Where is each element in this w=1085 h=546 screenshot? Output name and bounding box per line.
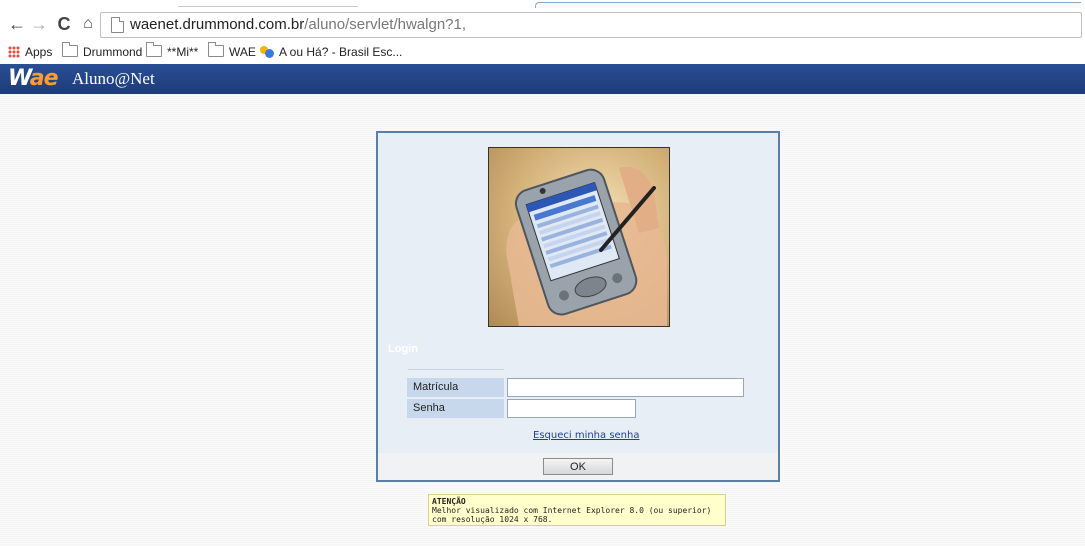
home-icon[interactable]: ⌂	[77, 13, 99, 35]
page-icon	[111, 17, 124, 33]
notice-title: ATENÇÃO	[432, 497, 466, 506]
url-host: waenet.drummond.com.br	[130, 16, 305, 33]
back-arrow-icon[interactable]: ←	[6, 13, 28, 35]
forward-arrow-icon[interactable]: →	[28, 13, 50, 35]
reload-icon[interactable]: C	[53, 13, 75, 35]
browser-toolbar: ← → C ⌂ waenet.drummond.com.br/aluno/ser…	[0, 8, 1085, 40]
address-bar[interactable]: waenet.drummond.com.br/aluno/servlet/hwa…	[100, 12, 1082, 38]
site-favicon	[260, 46, 274, 58]
bookmark-apps[interactable]: Apps	[8, 43, 52, 61]
tab-strip	[0, 0, 1085, 9]
senha-input[interactable]	[507, 399, 636, 418]
bookmarks-bar: Apps Drummond **Mi** WAE A ou Há? - Bras…	[0, 40, 1085, 65]
folder-icon	[62, 42, 78, 57]
bookmark-label: A ou Há? - Brasil Esc...	[279, 45, 403, 59]
app-title: Aluno@Net	[72, 69, 155, 88]
logo-w: W	[8, 66, 31, 91]
bookmark-brasil-escola[interactable]: A ou Há? - Brasil Esc...	[260, 43, 402, 61]
url-text: waenet.drummond.com.br/aluno/servlet/hwa…	[130, 15, 466, 34]
login-legend: Login	[388, 343, 418, 355]
pda-photo	[488, 147, 670, 327]
ok-button[interactable]: OK	[543, 458, 613, 475]
folder-icon	[146, 42, 162, 57]
bookmark-label: **Mi**	[167, 45, 199, 59]
bookmark-label: Drummond	[83, 45, 143, 59]
button-bar: OK	[378, 453, 778, 480]
login-panel: Login Matrícula Senha Esqueci minha senh…	[376, 131, 780, 482]
pda-illustration	[506, 166, 667, 326]
bookmark-label: Apps	[25, 45, 53, 59]
bookmark-wae[interactable]: WAE	[208, 42, 256, 61]
logo-ae: ae	[29, 66, 59, 91]
wae-logo: Wae	[8, 66, 59, 91]
matricula-label: Matrícula	[407, 378, 504, 397]
notice-text: Melhor visualizado com Internet Explorer…	[432, 506, 712, 524]
matricula-row: Matrícula	[407, 378, 777, 397]
inactive-tab[interactable]	[178, 0, 358, 7]
browser-notice: ATENÇÃO Melhor visualizado com Internet …	[428, 494, 726, 526]
app-header: Wae Aluno@Net	[0, 64, 1085, 94]
senha-label: Senha	[407, 399, 504, 418]
legend-divider	[408, 369, 504, 370]
bookmark-mi[interactable]: **Mi**	[146, 42, 199, 61]
bookmark-label: WAE	[229, 45, 256, 59]
bookmark-drummond[interactable]: Drummond	[62, 42, 143, 61]
url-path: /aluno/servlet/hwalgn?1,	[304, 16, 467, 33]
apps-grid-icon	[8, 46, 20, 58]
folder-icon	[208, 42, 224, 57]
matricula-input[interactable]	[507, 378, 744, 397]
forgot-password-link[interactable]: Esqueci minha senha	[533, 430, 640, 441]
senha-row: Senha	[407, 399, 777, 418]
